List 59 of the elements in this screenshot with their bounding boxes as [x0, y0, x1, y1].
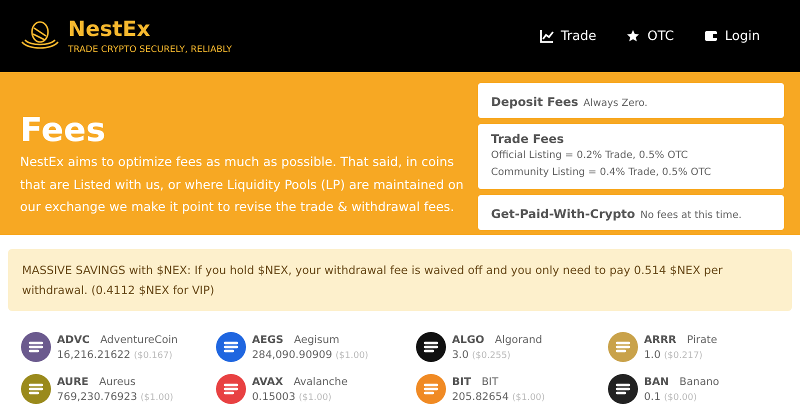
coin-logo-icon: [415, 373, 447, 405]
coin-symbol: AEGS: [252, 334, 284, 346]
fee-title: Trade Fees: [491, 132, 565, 146]
coin-name: Avalanche: [294, 376, 348, 388]
coin-logo-icon: [607, 331, 639, 363]
coin-price: ($0.255): [472, 350, 511, 360]
coin-name: BIT: [482, 376, 498, 388]
coin-symbol: ARRR: [644, 334, 676, 346]
chart-icon: [540, 29, 554, 43]
fee-detail: Official Listing = 0.2% Trade, 0.5% OTC: [491, 149, 689, 163]
coin-name: Aureus: [99, 376, 136, 388]
coin-name: Banano: [679, 376, 720, 388]
coin-price: ($1.00): [336, 350, 368, 360]
coin-logo-icon: [215, 331, 247, 363]
coin-amount: 16,216.21622: [57, 348, 130, 360]
coin-price: ($1.00): [140, 392, 174, 402]
nest-logo-icon: [20, 20, 60, 52]
intro-text: NestEx aims to optimize fees as much as possible. That said, in coins that are Listed with us, or where Liquidity Pools (LP) are maintained on our exchange we make it point to revise the trade & withdrawal fees.: [20, 153, 465, 216]
coin-price: ($0.00): [664, 392, 697, 402]
fee-title: Get-Paid-With-Crypto: [491, 207, 636, 221]
page-title: Fees: [20, 111, 107, 149]
coin-name: Pirate: [686, 334, 718, 346]
coin-symbol: ALGO: [452, 334, 484, 346]
coin-amount: 205.82654: [452, 390, 509, 402]
coin-name: Aegisum: [294, 334, 340, 346]
coin-name: Algorand: [494, 334, 542, 346]
coin-name: AdventureCoin: [100, 334, 178, 346]
coin-symbol: BAN: [644, 376, 669, 388]
coin-logo-icon: [20, 373, 52, 405]
coin-price: ($0.217): [664, 350, 703, 360]
coin-price: ($1.00): [298, 392, 332, 402]
savings-notice: MASSIVE SAVINGS with $NEX: If you hold $NEX, your withdrawal fee is waived off and you only need to pay 0.514 $NEX per withdrawal. (0.4112 $NEX for VIP): [8, 249, 792, 311]
star-icon: [626, 29, 640, 43]
tagline: TRADE CRYPTO SECURELY, RELIABLY: [68, 45, 232, 55]
coin-amount: 284,090.90909: [252, 348, 332, 360]
fee-title: Deposit Fees: [491, 95, 578, 109]
coin-amount: 0.1: [644, 390, 661, 402]
coin-symbol: ADVC: [57, 334, 90, 346]
coin-symbol: BIT: [452, 376, 472, 388]
wallet-icon: [704, 29, 718, 43]
nav-link[interactable]: Login: [704, 28, 760, 44]
coin-logo-icon: [20, 331, 52, 363]
fee-detail: No fees at this time.: [640, 210, 742, 221]
coin-logo-icon: [215, 373, 247, 405]
fee-detail: Community Listing = 0.4% Trade, 0.5% OTC: [491, 166, 712, 180]
coin-symbol: AVAX: [252, 376, 284, 388]
coin-logo-icon: [607, 373, 639, 405]
fee-detail: Always Zero.: [583, 98, 648, 109]
coin-amount: 769,230.76923: [57, 390, 138, 402]
coin-price: ($0.167): [134, 350, 172, 360]
coin-symbol: AURE: [57, 376, 89, 388]
coin-amount: 0.15003: [252, 390, 296, 402]
coin-logo-icon: [415, 331, 447, 363]
nav-link[interactable]: Trade: [540, 28, 596, 44]
brand-name: NestEx: [68, 17, 152, 41]
coin-price: ($1.00): [512, 392, 545, 402]
nav-link[interactable]: OTC: [626, 28, 674, 44]
coin-amount: 3.0: [452, 348, 469, 360]
coin-amount: 1.0: [644, 348, 661, 360]
